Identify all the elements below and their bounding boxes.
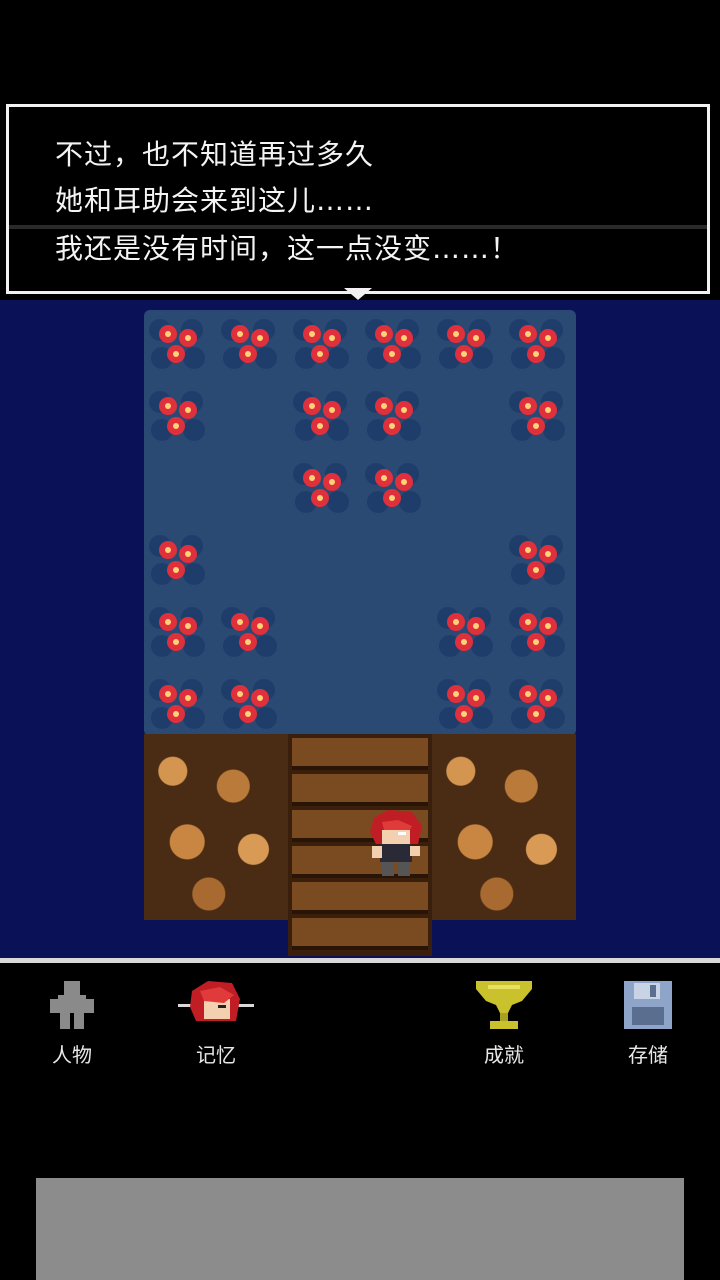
red-flower-icon <box>437 319 493 369</box>
down-triangle-icon <box>344 288 372 300</box>
red-hair-portrait-icon <box>178 981 254 1021</box>
memory-label: 记忆 <box>196 1043 236 1067</box>
red-flower-icon <box>509 607 565 657</box>
dialog-line-1: 不过，也不知道再过多久 <box>55 138 375 171</box>
characters-label: 人物 <box>52 1043 92 1067</box>
red-flower-icon <box>509 535 565 585</box>
red-flower-icon <box>365 391 421 441</box>
achievements-button[interactable]: 成就 <box>454 977 554 1067</box>
bottom-menu-bar: 人物 记忆 成就 存储 <box>0 963 720 1163</box>
save-label: 存储 <box>628 1043 668 1067</box>
red-flower-icon <box>509 391 565 441</box>
dialog-box[interactable]: 不过，也不知道再过多久 她和耳助会来到这儿…… 我还是没有时间，这一点没变……！ <box>6 104 710 294</box>
red-hair-character-sprite <box>370 810 422 876</box>
achievements-label: 成就 <box>484 1043 524 1067</box>
stair-step <box>292 774 428 806</box>
red-flower-icon <box>365 319 421 369</box>
trophy-icon <box>476 981 532 1029</box>
rock-cliff-right <box>432 734 576 920</box>
red-flower-icon <box>293 319 349 369</box>
red-flower-icon <box>509 679 565 729</box>
stair-step <box>292 882 428 914</box>
stair-step <box>292 918 428 950</box>
red-flower-icon <box>149 391 205 441</box>
dialog-line-3: 我还是没有时间，这一点没变……！ <box>55 232 520 265</box>
red-flower-icon <box>221 679 277 729</box>
ad-banner-area <box>36 1178 684 1280</box>
red-flower-icon <box>149 607 205 657</box>
save-button[interactable]: 存储 <box>598 977 698 1067</box>
red-flower-icon <box>149 535 205 585</box>
dialog-line-2: 她和耳助会来到这儿…… <box>55 184 375 217</box>
characters-button[interactable]: 人物 <box>22 977 122 1067</box>
red-flower-icon <box>365 463 421 513</box>
stair-step <box>292 738 428 770</box>
red-flower-icon <box>221 319 277 369</box>
red-flower-icon <box>221 607 277 657</box>
person-silhouette-icon <box>50 981 94 1029</box>
map-area[interactable] <box>144 310 576 956</box>
memory-button[interactable]: 记忆 <box>166 977 266 1067</box>
red-flower-icon <box>293 391 349 441</box>
rock-cliff-left <box>144 734 288 920</box>
red-flower-icon <box>149 319 205 369</box>
red-flower-icon <box>509 319 565 369</box>
red-flower-icon <box>149 679 205 729</box>
red-flower-icon <box>437 607 493 657</box>
floppy-disk-icon <box>624 981 672 1029</box>
red-flower-icon <box>293 463 349 513</box>
red-flower-icon <box>437 679 493 729</box>
